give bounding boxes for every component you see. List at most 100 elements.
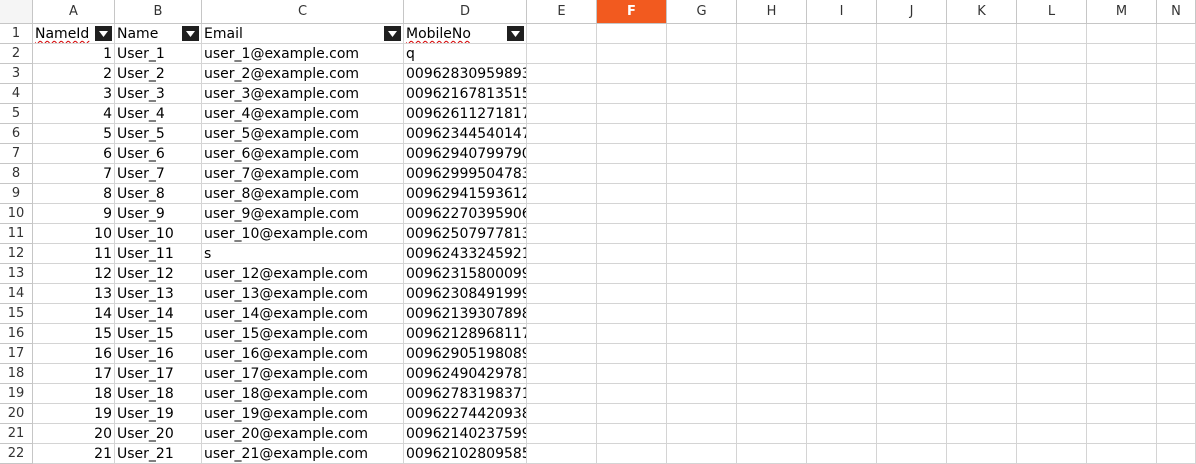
cell-b10[interactable]: User_9: [115, 204, 202, 224]
cell-a14[interactable]: 13: [33, 284, 115, 304]
cell-d22[interactable]: 00962102809585: [404, 444, 527, 464]
cell-k8[interactable]: [947, 164, 1017, 184]
cell-c5[interactable]: user_4@example.com: [202, 104, 404, 124]
cell-b2[interactable]: User_1: [115, 44, 202, 64]
cell-c14[interactable]: user_13@example.com: [202, 284, 404, 304]
cell-h5[interactable]: [737, 104, 807, 124]
column-header-k[interactable]: K: [947, 0, 1017, 24]
cell-d13[interactable]: 00962315800099: [404, 264, 527, 284]
cell-g2[interactable]: [667, 44, 737, 64]
cell-b21[interactable]: User_20: [115, 424, 202, 444]
cell-a8[interactable]: 7: [33, 164, 115, 184]
cell-c18[interactable]: user_17@example.com: [202, 364, 404, 384]
cell-h13[interactable]: [737, 264, 807, 284]
cell-b1[interactable]: Name: [115, 24, 202, 44]
cell-k2[interactable]: [947, 44, 1017, 64]
cell-l2[interactable]: [1017, 44, 1087, 64]
cell-m20[interactable]: [1087, 404, 1157, 424]
cell-b8[interactable]: User_7: [115, 164, 202, 184]
cell-a2[interactable]: 1: [33, 44, 115, 64]
cell-g13[interactable]: [667, 264, 737, 284]
cell-l10[interactable]: [1017, 204, 1087, 224]
cell-m9[interactable]: [1087, 184, 1157, 204]
cell-e14[interactable]: [527, 284, 597, 304]
cell-e10[interactable]: [527, 204, 597, 224]
cell-a15[interactable]: 14: [33, 304, 115, 324]
cell-m16[interactable]: [1087, 324, 1157, 344]
cell-a22[interactable]: 21: [33, 444, 115, 464]
cell-h15[interactable]: [737, 304, 807, 324]
cell-l4[interactable]: [1017, 84, 1087, 104]
cell-f20[interactable]: [597, 404, 667, 424]
cell-g1[interactable]: [667, 24, 737, 44]
row-header-17[interactable]: 17: [0, 344, 33, 364]
cell-d16[interactable]: 00962128968117: [404, 324, 527, 344]
cell-a21[interactable]: 20: [33, 424, 115, 444]
cell-f10[interactable]: [597, 204, 667, 224]
cell-i18[interactable]: [807, 364, 877, 384]
cell-i12[interactable]: [807, 244, 877, 264]
cell-f4[interactable]: [597, 84, 667, 104]
cell-e13[interactable]: [527, 264, 597, 284]
cell-n4[interactable]: [1157, 84, 1196, 104]
column-header-j[interactable]: J: [877, 0, 947, 24]
cell-e4[interactable]: [527, 84, 597, 104]
row-header-10[interactable]: 10: [0, 204, 33, 224]
cell-f1[interactable]: [597, 24, 667, 44]
cell-c11[interactable]: user_10@example.com: [202, 224, 404, 244]
cell-c2[interactable]: user_1@example.com: [202, 44, 404, 64]
cell-i3[interactable]: [807, 64, 877, 84]
cell-b4[interactable]: User_3: [115, 84, 202, 104]
column-header-c[interactable]: C: [202, 0, 404, 24]
cell-n10[interactable]: [1157, 204, 1196, 224]
autofilter-button[interactable]: [507, 26, 524, 41]
cell-k13[interactable]: [947, 264, 1017, 284]
cell-f21[interactable]: [597, 424, 667, 444]
cell-a5[interactable]: 4: [33, 104, 115, 124]
autofilter-button[interactable]: [384, 26, 401, 41]
cell-g22[interactable]: [667, 444, 737, 464]
cell-f6[interactable]: [597, 124, 667, 144]
cell-h4[interactable]: [737, 84, 807, 104]
cell-d6[interactable]: 00962344540147: [404, 124, 527, 144]
cell-j1[interactable]: [877, 24, 947, 44]
cell-e17[interactable]: [527, 344, 597, 364]
cell-l5[interactable]: [1017, 104, 1087, 124]
cell-j15[interactable]: [877, 304, 947, 324]
cell-j7[interactable]: [877, 144, 947, 164]
row-header-18[interactable]: 18: [0, 364, 33, 384]
cell-h1[interactable]: [737, 24, 807, 44]
cell-l8[interactable]: [1017, 164, 1087, 184]
cell-n13[interactable]: [1157, 264, 1196, 284]
cell-i1[interactable]: [807, 24, 877, 44]
row-header-4[interactable]: 4: [0, 84, 33, 104]
cell-b14[interactable]: User_13: [115, 284, 202, 304]
cell-d15[interactable]: 00962139307898: [404, 304, 527, 324]
cell-e7[interactable]: [527, 144, 597, 164]
cell-g6[interactable]: [667, 124, 737, 144]
cell-h7[interactable]: [737, 144, 807, 164]
cell-e5[interactable]: [527, 104, 597, 124]
cell-i21[interactable]: [807, 424, 877, 444]
cell-h18[interactable]: [737, 364, 807, 384]
cell-m17[interactable]: [1087, 344, 1157, 364]
cell-n20[interactable]: [1157, 404, 1196, 424]
cell-m4[interactable]: [1087, 84, 1157, 104]
cell-e22[interactable]: [527, 444, 597, 464]
cell-a18[interactable]: 17: [33, 364, 115, 384]
cell-b6[interactable]: User_5: [115, 124, 202, 144]
cell-j13[interactable]: [877, 264, 947, 284]
autofilter-button[interactable]: [95, 26, 112, 41]
cell-c13[interactable]: user_12@example.com: [202, 264, 404, 284]
row-header-1[interactable]: 1: [0, 24, 33, 44]
cell-g10[interactable]: [667, 204, 737, 224]
cell-g4[interactable]: [667, 84, 737, 104]
cell-l21[interactable]: [1017, 424, 1087, 444]
cell-j16[interactable]: [877, 324, 947, 344]
cell-e18[interactable]: [527, 364, 597, 384]
cell-b15[interactable]: User_14: [115, 304, 202, 324]
cell-l3[interactable]: [1017, 64, 1087, 84]
cell-l6[interactable]: [1017, 124, 1087, 144]
cell-c7[interactable]: user_6@example.com: [202, 144, 404, 164]
cell-n19[interactable]: [1157, 384, 1196, 404]
